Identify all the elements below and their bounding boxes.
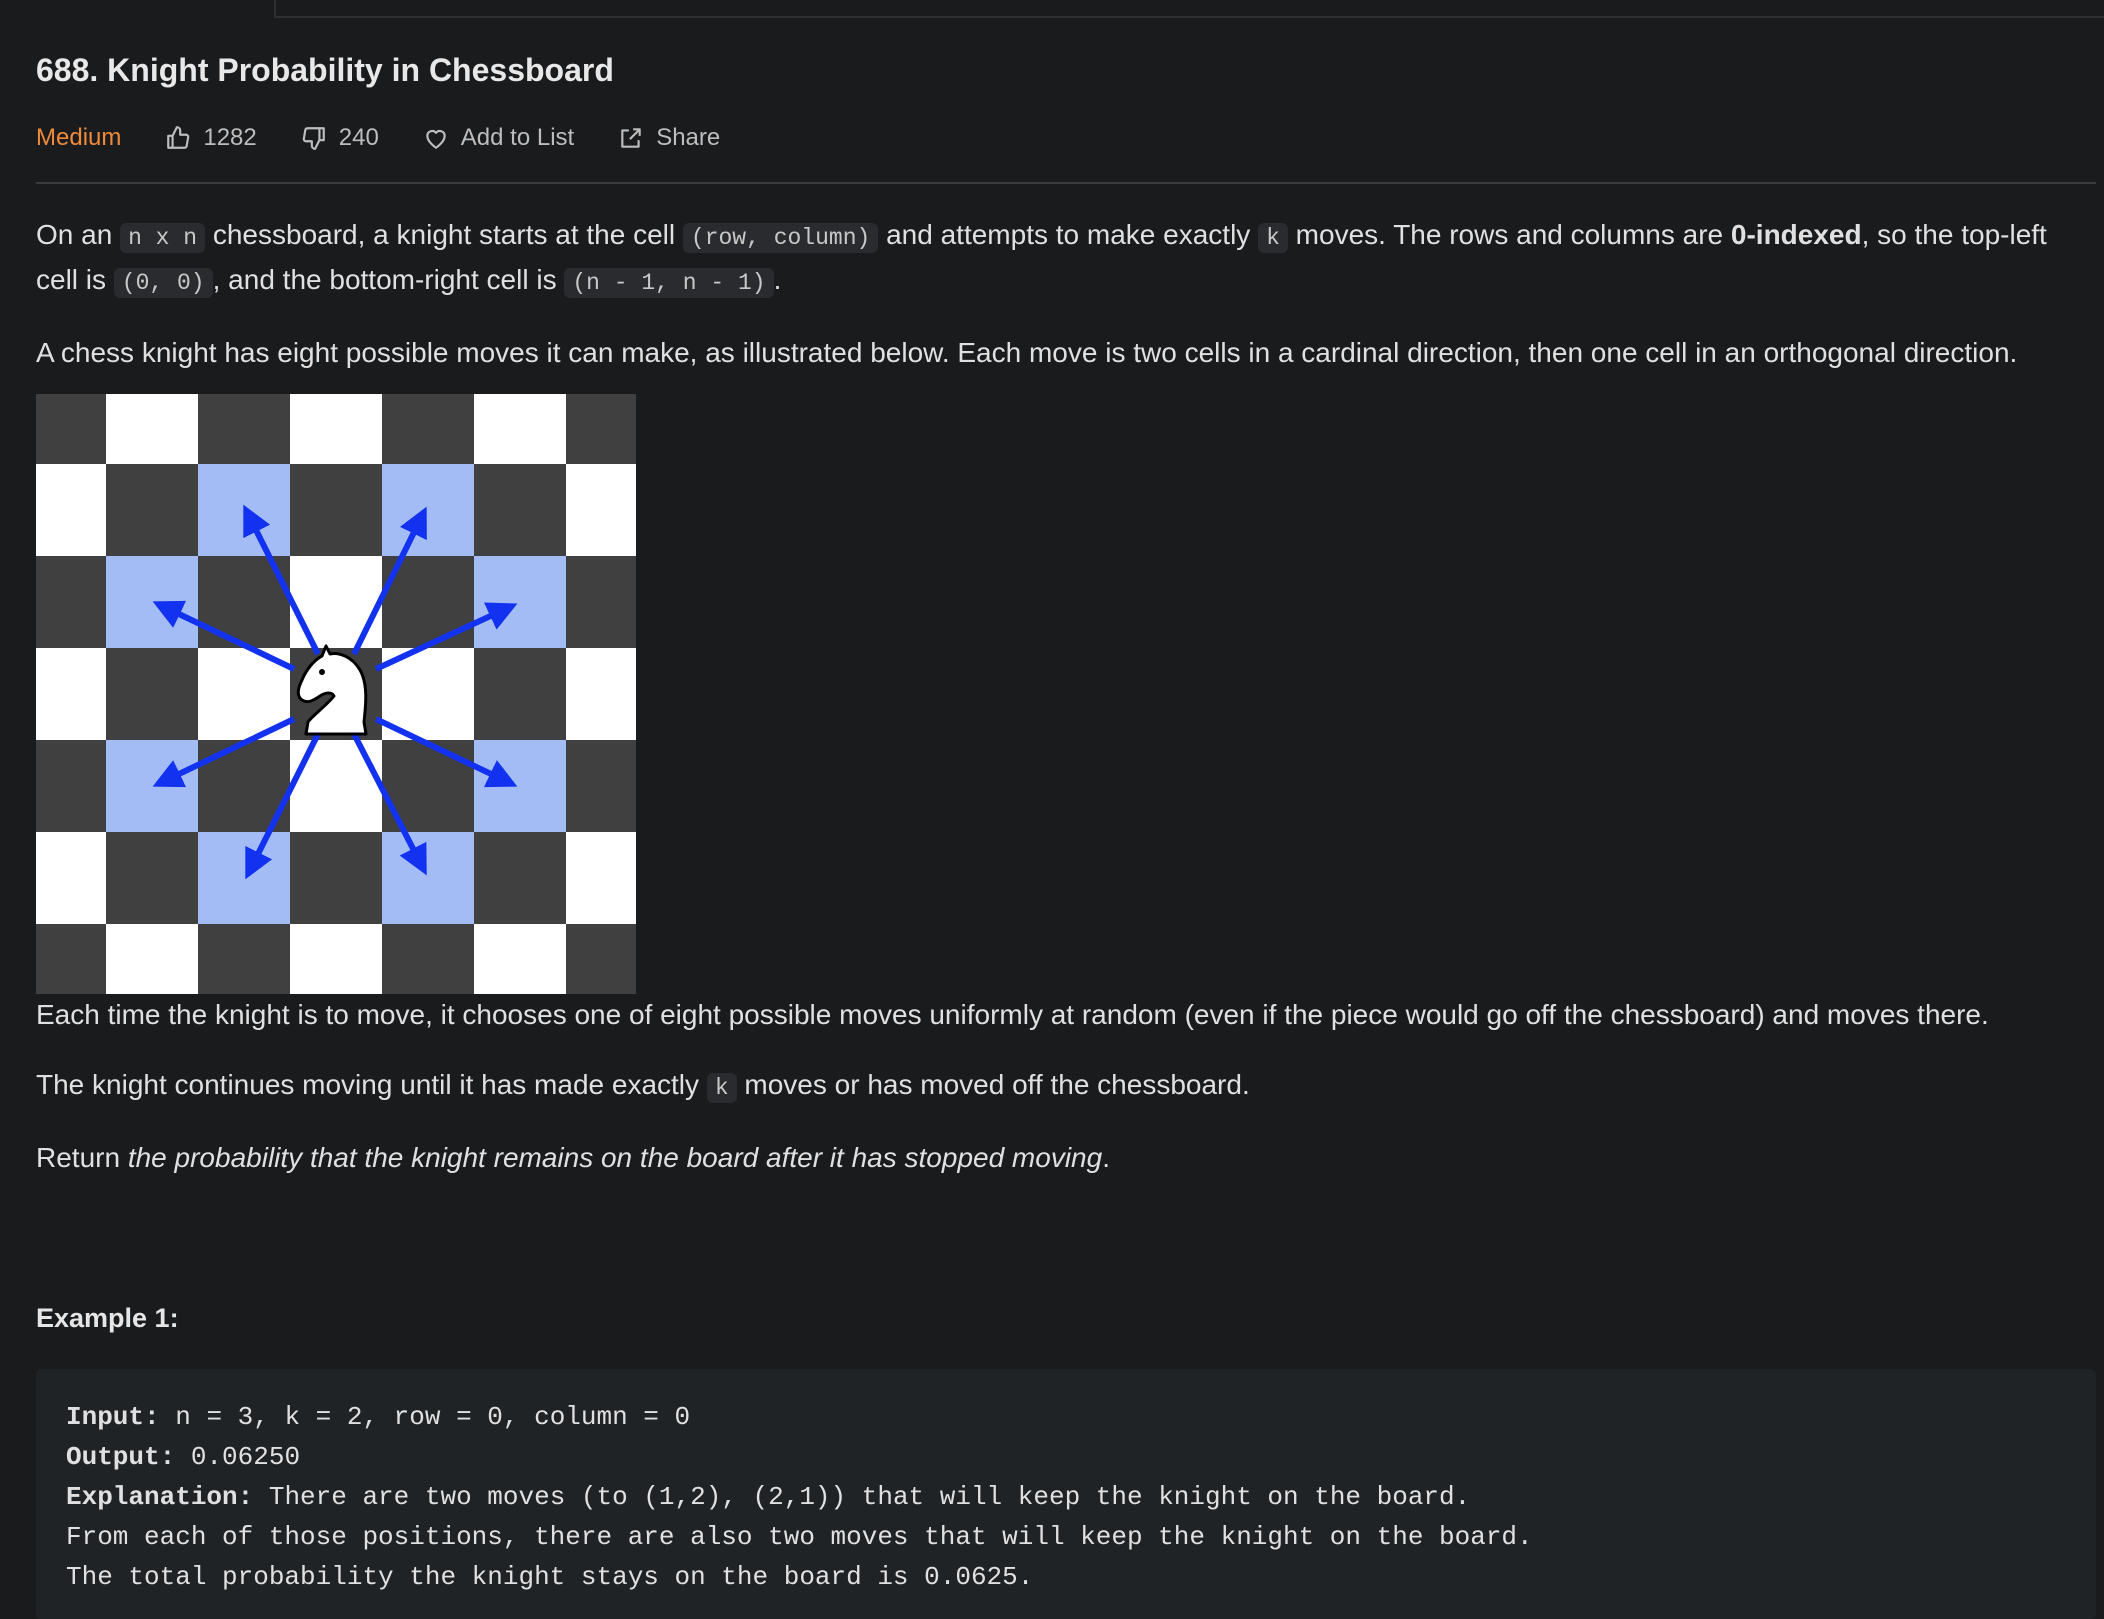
thumbs-up-icon — [167, 126, 190, 149]
dislike-count: 240 — [338, 124, 379, 151]
inline-code: n x n — [120, 223, 206, 253]
inline-code: (n - 1, n - 1) — [564, 268, 774, 298]
example-block: Input: n = 3, k = 2, row = 0, column = 0… — [36, 1369, 2096, 1619]
meta-divider — [36, 182, 2096, 184]
inline-code: k — [1258, 223, 1288, 253]
top-border — [274, 0, 2104, 18]
dislike-button[interactable]: 240 — [301, 124, 379, 152]
difficulty-label: Medium — [36, 124, 122, 151]
output-value: 0.06250 — [190, 1442, 301, 1472]
explanation-line-1: There are two moves (to (1,2), (2,1)) th… — [268, 1482, 1471, 1512]
thumbs-down-icon — [302, 127, 325, 150]
description-paragraph-1: On an n x n chessboard, a knight starts … — [36, 219, 2047, 298]
share-label: Share — [656, 124, 721, 151]
add-to-list-button[interactable]: Add to List — [423, 124, 574, 152]
inline-code: k — [706, 1073, 737, 1103]
inline-code: (row, column) — [682, 223, 879, 253]
inline-code: (0, 0) — [113, 268, 213, 298]
explanation-line-3: The total probability the knight stays o… — [66, 1562, 1034, 1592]
description-paragraph-5: Return the probability that the knight r… — [36, 1142, 1110, 1173]
explanation-line-2: From each of those positions, there are … — [66, 1522, 1533, 1552]
problem-meta-bar: Medium 1282 240 Add to List Share — [36, 108, 2096, 168]
example-title: Example 1: — [36, 1303, 179, 1333]
knight-moves-diagram — [36, 394, 636, 994]
input-value: n = 3, k = 2, row = 0, column = 0 — [175, 1402, 691, 1432]
like-count: 1282 — [203, 124, 257, 151]
problem-description: 688. Knight Probability in Chessboard Me… — [36, 44, 2096, 1619]
like-button[interactable]: 1282 — [165, 124, 257, 152]
heart-icon — [426, 129, 446, 149]
description-paragraph-2: A chess knight has eight possible moves … — [36, 337, 2018, 368]
description-paragraph-3: Each time the knight is to move, it choo… — [36, 999, 1989, 1030]
explanation-label: Explanation: — [66, 1482, 254, 1512]
problem-title: 688. Knight Probability in Chessboard — [36, 52, 614, 88]
description-paragraph-4: The knight continues moving until it has… — [36, 1069, 1250, 1103]
share-button[interactable]: Share — [618, 124, 720, 152]
add-to-list-label: Add to List — [460, 124, 575, 151]
input-label: Input: — [66, 1402, 160, 1432]
output-label: Output: — [66, 1442, 176, 1472]
share-icon — [621, 128, 641, 148]
